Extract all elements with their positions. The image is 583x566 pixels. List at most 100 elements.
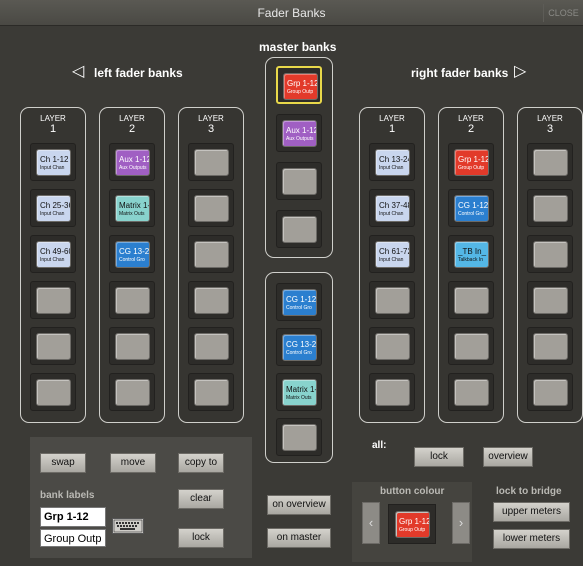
right-layer-1-bank-button-6[interactable] <box>375 379 410 406</box>
master-bottom-bank-button-4[interactable] <box>282 424 317 451</box>
right-layer-2-slot-1[interactable]: Grp 1-12 Group Outp <box>448 143 494 181</box>
left-layer-1-slot-6[interactable] <box>30 373 76 411</box>
left-layer-2-slot-1[interactable]: Aux 1-12 Aux Outputs <box>109 143 155 181</box>
right-layer-2-slot-6[interactable] <box>448 373 494 411</box>
right-layer-3-bank-button-5[interactable] <box>533 333 568 360</box>
close-button[interactable]: CLOSE <box>543 4 583 22</box>
left-layer-3-bank-button-3[interactable] <box>194 241 229 268</box>
master-bottom-bank-button-2[interactable]: CG 13-24Control Gro <box>282 334 317 361</box>
left-layer-2-slot-4[interactable] <box>109 281 155 319</box>
right-layer-1-slot-3[interactable]: Ch 61-72 Input Chan <box>369 235 415 273</box>
master-top-slot-3[interactable] <box>276 162 322 200</box>
right-layer-3-slot-5[interactable] <box>527 327 573 365</box>
right-layer-3-bank-button-2[interactable] <box>533 195 568 222</box>
left-layer-2-slot-2[interactable]: Matrix 1- Matrix Outs <box>109 189 155 227</box>
swap-button[interactable]: swap <box>40 453 86 473</box>
right-layer-3-bank-button-6[interactable] <box>533 379 568 406</box>
right-layer-1-bank-button-2[interactable]: Ch 37-48 Input Chan <box>375 195 410 222</box>
right-layer-1-bank-button-4[interactable] <box>375 287 410 314</box>
left-layer-1-slot-2[interactable]: Ch 25-36 Input Chan <box>30 189 76 227</box>
master-top-bank-button-2[interactable]: Aux 1-12 Aux Outputs <box>282 120 317 147</box>
right-layer-3-bank-button-1[interactable] <box>533 149 568 176</box>
right-layer-2-slot-3[interactable]: _TB In_ Talkback In <box>448 235 494 273</box>
on-overview-button[interactable]: on overview <box>267 495 331 515</box>
master-top-slot-2[interactable]: Aux 1-12 Aux Outputs <box>276 114 322 152</box>
left-layer-3-bank-button-2[interactable] <box>194 195 229 222</box>
master-top-bank-button-1[interactable]: Grp 1-12 Group Outp <box>283 73 318 100</box>
master-top-slot-1[interactable]: Grp 1-12 Group Outp <box>276 66 322 104</box>
right-layer-1-slot-1[interactable]: Ch 13-24 Input Chan <box>369 143 415 181</box>
right-layer-1-bank-button-1[interactable]: Ch 13-24 Input Chan <box>375 149 410 176</box>
left-layer-3-slot-5[interactable] <box>188 327 234 365</box>
right-layer-2-bank-button-5[interactable] <box>454 333 489 360</box>
left-layer-1-bank-button-4[interactable] <box>36 287 71 314</box>
right-layer-3-bank-button-3[interactable] <box>533 241 568 268</box>
left-layer-1-slot-5[interactable] <box>30 327 76 365</box>
colour-prev-button[interactable]: ‹ <box>362 502 380 544</box>
right-layer-1-slot-4[interactable] <box>369 281 415 319</box>
left-layer-1-bank-button-1[interactable]: Ch 1-12 Input Chan <box>36 149 71 176</box>
left-layer-1-slot-3[interactable]: Ch 49-60 Input Chan <box>30 235 76 273</box>
left-layer-3-slot-3[interactable] <box>188 235 234 273</box>
left-layer-2-bank-button-1[interactable]: Aux 1-12 Aux Outputs <box>115 149 150 176</box>
left-layer-2-slot-3[interactable]: CG 13-24Control Gro <box>109 235 155 273</box>
left-layer-2-bank-button-3[interactable]: CG 13-24Control Gro <box>115 241 150 268</box>
colour-next-button[interactable]: › <box>452 502 470 544</box>
master-top-bank-button-3[interactable] <box>282 168 317 195</box>
all-lock-button[interactable]: lock <box>414 447 464 467</box>
left-layer-1-bank-button-6[interactable] <box>36 379 71 406</box>
right-layer-2-slot-5[interactable] <box>448 327 494 365</box>
left-layer-3-slot-6[interactable] <box>188 373 234 411</box>
left-layer-2-bank-button-2[interactable]: Matrix 1- Matrix Outs <box>115 195 150 222</box>
right-layer-3-bank-button-4[interactable] <box>533 287 568 314</box>
left-layer-1-slot-1[interactable]: Ch 1-12 Input Chan <box>30 143 76 181</box>
left-layer-3-bank-button-4[interactable] <box>194 287 229 314</box>
left-layer-2-bank-button-5[interactable] <box>115 333 150 360</box>
master-bottom-bank-button-1[interactable]: CG 1-12 Control Gro <box>282 289 317 316</box>
right-layer-2-bank-button-3[interactable]: _TB In_ Talkback In <box>454 241 489 268</box>
master-top-slot-4[interactable] <box>276 210 322 248</box>
left-layer-3-bank-button-5[interactable] <box>194 333 229 360</box>
bank-label-line1-field[interactable]: Grp 1-12 <box>40 507 106 527</box>
right-layer-2-bank-button-6[interactable] <box>454 379 489 406</box>
left-layer-2-slot-6[interactable] <box>109 373 155 411</box>
right-layer-2-slot-2[interactable]: CG 1-12 Control Gro <box>448 189 494 227</box>
master-top-bank-button-4[interactable] <box>282 216 317 243</box>
left-layer-2-slot-5[interactable] <box>109 327 155 365</box>
right-layer-2-bank-button-2[interactable]: CG 1-12 Control Gro <box>454 195 489 222</box>
right-layer-2-bank-button-1[interactable]: Grp 1-12 Group Outp <box>454 149 489 176</box>
copy-to-button[interactable]: copy to <box>178 453 224 473</box>
right-layer-1-bank-button-3[interactable]: Ch 61-72 Input Chan <box>375 241 410 268</box>
master-bottom-slot-2[interactable]: CG 13-24Control Gro <box>276 328 322 366</box>
left-layer-3-slot-1[interactable] <box>188 143 234 181</box>
clear-button[interactable]: clear <box>178 489 224 509</box>
right-layer-1-bank-button-5[interactable] <box>375 333 410 360</box>
right-layer-1-slot-6[interactable] <box>369 373 415 411</box>
right-layer-1-slot-2[interactable]: Ch 37-48 Input Chan <box>369 189 415 227</box>
right-layer-3-slot-6[interactable] <box>527 373 573 411</box>
left-layer-3-slot-4[interactable] <box>188 281 234 319</box>
on-master-button[interactable]: on master <box>267 528 331 548</box>
left-layer-1-bank-button-3[interactable]: Ch 49-60 Input Chan <box>36 241 71 268</box>
left-layer-3-bank-button-1[interactable] <box>194 149 229 176</box>
left-layer-1-bank-button-5[interactable] <box>36 333 71 360</box>
master-bottom-slot-3[interactable]: Matrix 1- Matrix Outs <box>276 373 322 411</box>
master-bottom-slot-1[interactable]: CG 1-12 Control Gro <box>276 283 322 321</box>
bank-label-line2-field[interactable]: Group Outp <box>40 529 106 547</box>
right-layer-3-slot-2[interactable] <box>527 189 573 227</box>
upper-meters-button[interactable]: upper meters <box>493 502 570 522</box>
master-bottom-slot-4[interactable] <box>276 418 322 456</box>
right-layer-3-slot-3[interactable] <box>527 235 573 273</box>
lock-bank-button[interactable]: lock <box>178 528 224 548</box>
move-button[interactable]: move <box>110 453 156 473</box>
left-layer-3-slot-2[interactable] <box>188 189 234 227</box>
right-layer-2-slot-4[interactable] <box>448 281 494 319</box>
left-layer-1-bank-button-2[interactable]: Ch 25-36 Input Chan <box>36 195 71 222</box>
left-layer-3-bank-button-6[interactable] <box>194 379 229 406</box>
left-layer-2-bank-button-6[interactable] <box>115 379 150 406</box>
lower-meters-button[interactable]: lower meters <box>493 529 570 549</box>
keyboard-icon[interactable] <box>112 518 144 534</box>
right-layer-3-slot-1[interactable] <box>527 143 573 181</box>
right-layer-3-slot-4[interactable] <box>527 281 573 319</box>
master-bottom-bank-button-3[interactable]: Matrix 1- Matrix Outs <box>282 379 317 406</box>
